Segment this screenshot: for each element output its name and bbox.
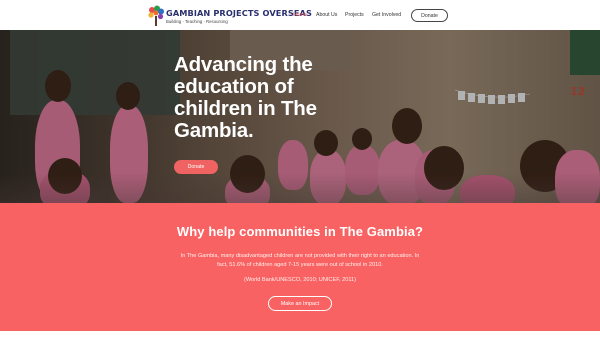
header-donate-button[interactable]: Donate	[411, 9, 448, 22]
nav-item-about-us[interactable]: About Us	[316, 12, 337, 18]
hero-section: 12 Advancing the education of children i…	[0, 30, 600, 203]
nav-item-projects[interactable]: Projects	[345, 12, 364, 18]
section-source: (World Bank/UNESCO, 2010; UNICEF, 2011)	[243, 277, 357, 283]
section-title: Why help communities in The Gambia?	[176, 224, 424, 239]
section-body: In The Gambia, many disadvantaged childr…	[180, 253, 420, 268]
nav-item-home[interactable]: Home	[293, 12, 307, 18]
logo-tagline: Building · Teaching · Resourcing	[166, 19, 228, 24]
footer-strip	[0, 331, 600, 338]
hero-title: Advancing the education of children in T…	[174, 53, 317, 142]
nav-item-get-involved[interactable]: Get Involved	[372, 12, 401, 18]
tree-logo-icon	[148, 5, 164, 26]
logo-name: GAMBIAN PROJECTS OVERSEAS	[166, 8, 312, 18]
site-header: GAMBIAN PROJECTS OVERSEAS Building · Tea…	[0, 0, 600, 30]
make-impact-button[interactable]: Make an Impact	[268, 296, 332, 311]
site-logo[interactable]: GAMBIAN PROJECTS OVERSEAS Building · Tea…	[147, 5, 312, 27]
hero-donate-button[interactable]: Donate	[174, 160, 218, 174]
why-help-section: Why help communities in The Gambia? In T…	[0, 203, 600, 331]
